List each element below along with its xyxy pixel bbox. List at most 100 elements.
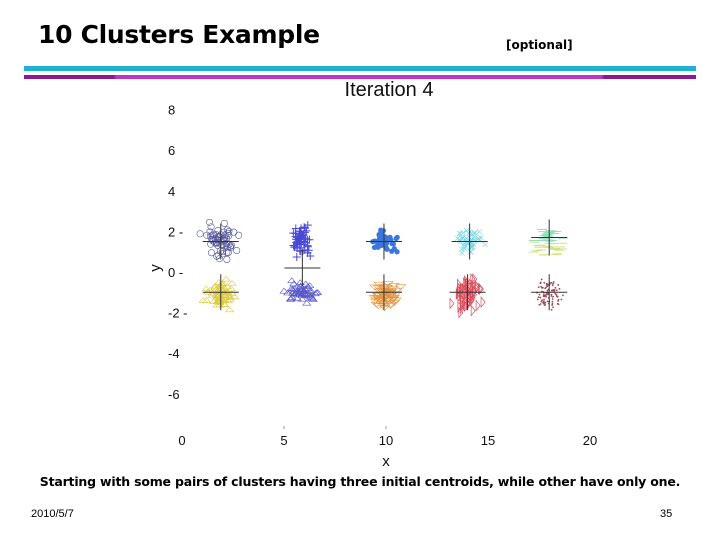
data-point [560,298,563,301]
data-point [537,286,540,289]
cluster-10 [535,278,564,311]
data-point [553,289,556,291]
data-point [470,304,476,317]
data-point [552,282,555,285]
data-point [551,300,554,303]
scatter-chart: Iteration 4 8 6 4 2 - 0 - -2 - -4 -6 0 5 10 15 20 x… [147,79,597,470]
data-point [472,230,478,236]
data-point [557,300,559,302]
data-point [555,289,558,292]
data-point [550,295,553,297]
y-axis-label: y [147,264,164,272]
data-point [394,249,400,255]
data-point [545,295,547,298]
data-point [542,286,544,289]
data-point [201,285,211,292]
x-tick-label: 5 [280,433,287,448]
slide-caption: Starting with some pairs of clusters hav… [39,474,681,489]
cluster-4 [279,277,323,306]
data-point [465,230,472,237]
chart-title: Iteration 4 [345,79,434,101]
y-tick-label: 6 [168,143,175,158]
centroid-6 [451,223,488,260]
y-tick-label: -6 [168,387,180,402]
data-point [550,308,553,311]
data-point [196,230,204,238]
data-point [544,294,547,297]
data-point [551,284,554,287]
y-axis: 8 6 4 2 - 0 - -2 - -4 -6 [168,103,188,402]
data-point [475,299,481,312]
data-point [546,300,549,303]
data-point [449,297,455,310]
y-tick-label: 0 - [168,265,183,280]
data-point [536,298,539,301]
data-point [476,229,483,235]
data-point [387,234,393,240]
centroid-7 [449,274,486,311]
x-tick-label: 15 [481,433,495,448]
centroids [202,219,568,311]
footer-date: 2010/5/7 [31,508,74,520]
data-point [289,280,299,287]
data-point [551,302,554,305]
data-point [540,278,543,281]
data-point [558,287,561,290]
x-tick-label: 0 [178,433,185,448]
data-point [562,294,564,297]
data-point [459,250,465,256]
y-tick-label: 8 [168,103,175,118]
data-point [557,303,560,306]
data-point [541,299,544,302]
x-tick-label: 20 [583,433,597,448]
x-axis-label: x [382,453,390,470]
cluster-6 [368,281,407,311]
data-point [537,296,540,299]
centroid-9 [531,274,568,311]
data-point [539,281,542,284]
data-point [545,284,548,287]
y-tick-label: 2 - [168,224,183,239]
cluster-1 [196,218,243,263]
data-point [539,303,542,305]
page-number: 35 [660,508,673,520]
data-point [215,255,223,263]
data-point [552,281,555,283]
data-point [374,243,380,249]
centroid-5 [365,274,402,311]
data-point [552,295,554,298]
data-point [554,286,557,289]
data-point [480,296,486,309]
cluster-9 [528,228,568,256]
y-tick-label: -4 [168,346,180,361]
data-point [233,246,241,254]
data-point [224,306,235,313]
data-point [550,289,553,292]
data-point [482,241,488,248]
y-tick-label: 4 [168,184,175,199]
data-point [542,300,545,303]
y-tick-label: -2 - [168,306,188,321]
data-point [389,248,395,254]
data-point [207,249,215,257]
data-point [551,298,554,300]
x-tick-label: 10 [379,433,393,448]
data-point [235,231,243,239]
data-point [384,246,390,252]
data-point [540,285,543,288]
data-point [539,296,542,299]
data-point [557,284,560,286]
data-point [543,281,546,284]
data-point [550,281,553,284]
data-point [552,306,554,309]
centroid-2 [202,274,239,311]
data-point [394,234,400,240]
data-point [220,219,228,227]
x-axis: 0 5 10 15 20 [178,426,597,448]
data-point [206,218,214,226]
cluster-2 [198,275,240,313]
data-point [544,301,547,304]
data-point [546,289,549,292]
data-point [544,303,547,306]
data-point [542,295,545,298]
